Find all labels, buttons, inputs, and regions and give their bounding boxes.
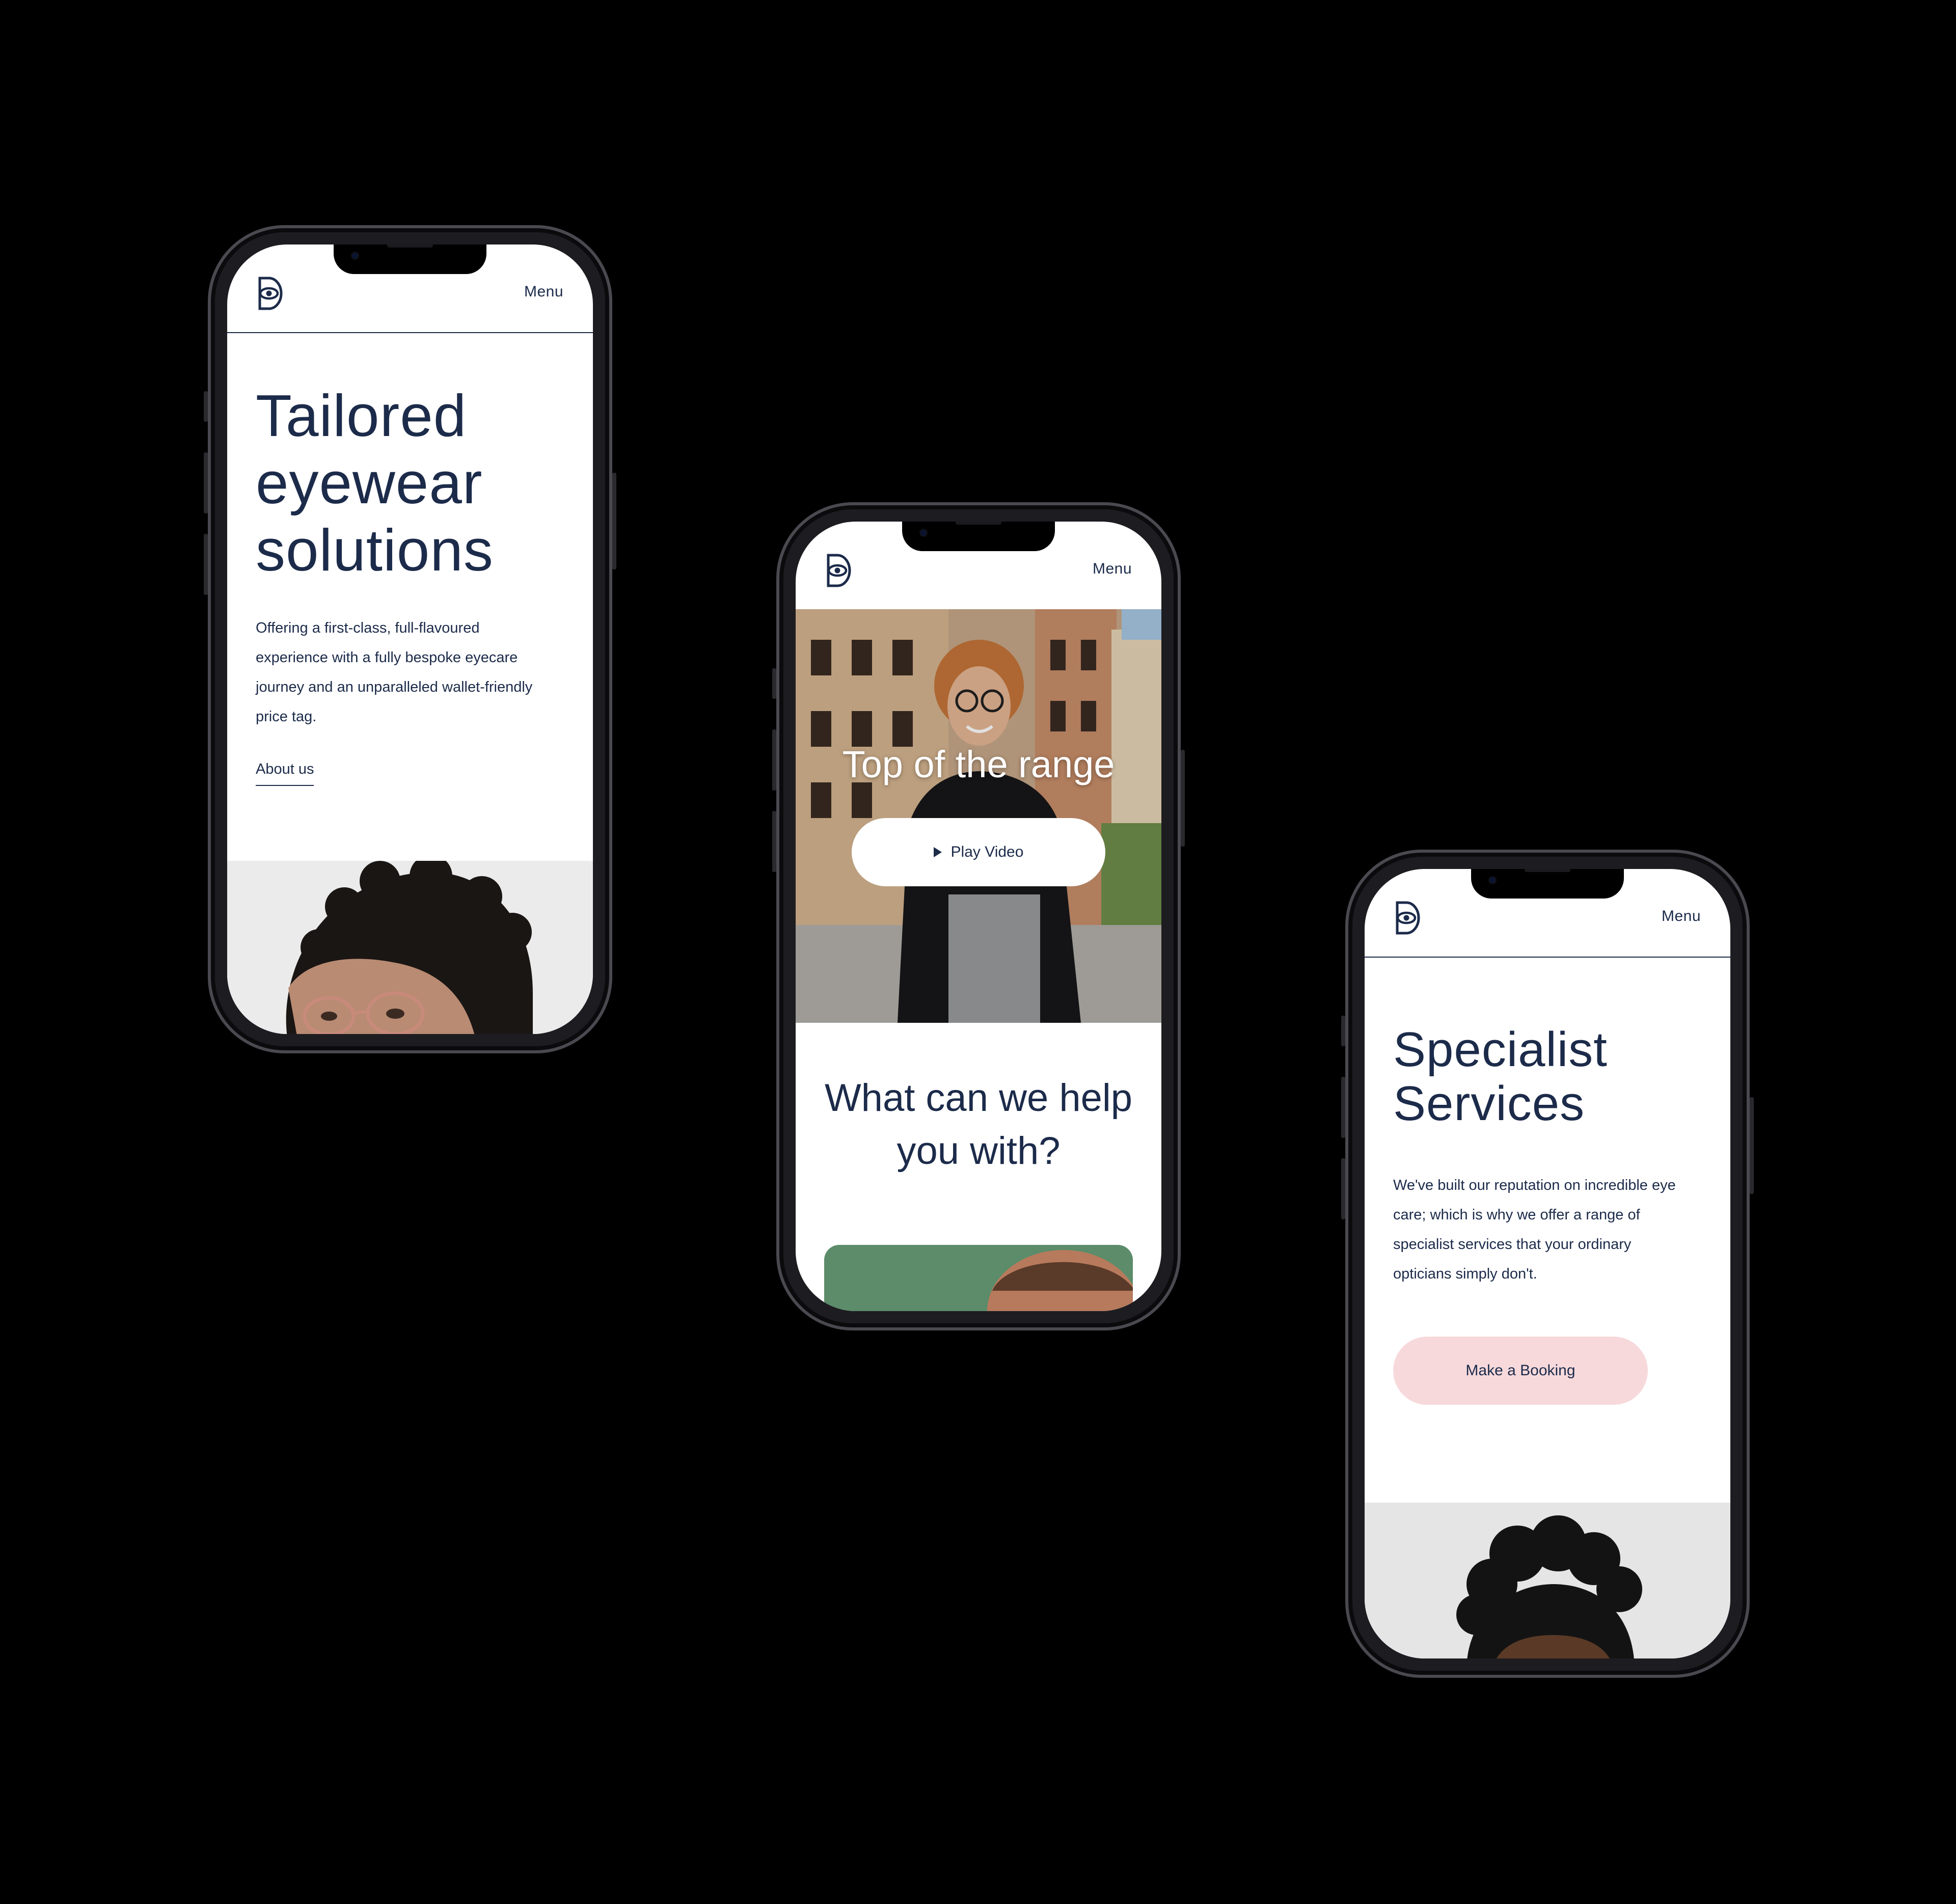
video-hero: Top of the range Play Video [796, 609, 1161, 1023]
volume-up-button [204, 452, 208, 513]
make-booking-button[interactable]: Make a Booking [1393, 1337, 1648, 1405]
power-button [1181, 750, 1185, 847]
notch [902, 522, 1055, 551]
phone-mockup-3: Menu Specialist Services We've built our… [1341, 850, 1754, 1678]
mute-switch [1341, 1016, 1345, 1046]
power-button [1750, 1097, 1754, 1194]
section-heading: What can we help you with? [824, 1076, 1133, 1173]
video-title: Top of the range [842, 743, 1115, 785]
phone-mockup-1: Menu Tailored eyewear solutions Offering… [204, 225, 616, 1053]
volume-up-button [1341, 1077, 1345, 1138]
eye-logo-icon[interactable] [1393, 900, 1422, 936]
hero-description: Offering a first-class, full-flavoured e… [256, 620, 533, 725]
photo-illustration [227, 861, 593, 1034]
video-thumbnail [796, 609, 1161, 1023]
play-video-button[interactable]: Play Video [852, 818, 1105, 886]
menu-button[interactable]: Menu [1093, 560, 1132, 578]
eye-logo-icon[interactable] [256, 275, 284, 312]
hero-heading: Tailored eyewear solutions [256, 383, 494, 583]
card-image [824, 1245, 1133, 1311]
services-description: We've built our reputation on incredible… [1393, 1177, 1676, 1282]
menu-button[interactable]: Menu [1662, 908, 1701, 925]
portrait-photo-man [1365, 1503, 1730, 1658]
mute-switch [772, 668, 776, 699]
mute-switch [204, 391, 208, 422]
volume-up-button [772, 729, 776, 791]
play-video-label: Play Video [950, 844, 1024, 860]
volume-down-button [772, 811, 776, 872]
eye-logo-icon[interactable] [824, 552, 853, 589]
menu-button[interactable]: Menu [524, 283, 563, 301]
about-us-link[interactable]: About us [256, 761, 314, 786]
service-card-photo[interactable] [824, 1245, 1133, 1311]
power-button [612, 473, 616, 569]
portrait-photo-woman [227, 861, 593, 1034]
play-icon [933, 847, 942, 857]
phone-screen: Menu Specialist Services We've built our… [1365, 869, 1730, 1658]
phone-screen: Menu Tailored eyewear solutions Offering… [227, 244, 593, 1034]
notch [334, 244, 486, 274]
phone-mockup-2: Menu Top of the range Play Video What ca… [772, 502, 1185, 1330]
volume-down-button [204, 534, 208, 595]
notch [1471, 869, 1624, 899]
services-heading: Specialist Services [1393, 1022, 1608, 1131]
phone-screen: Menu Top of the range Play Video What ca… [796, 522, 1161, 1311]
volume-down-button [1341, 1158, 1345, 1219]
photo-illustration [1365, 1503, 1730, 1658]
